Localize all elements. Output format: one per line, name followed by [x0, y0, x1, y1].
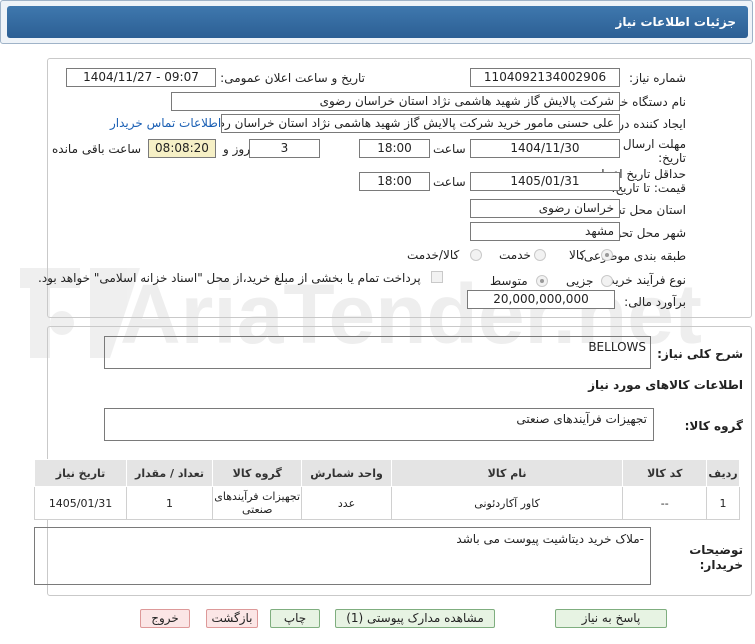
- estimate-field: 20,000,000,000: [467, 290, 615, 309]
- table-row: 1 -- کاور آکاردئونی عدد تجهیزات فرآیندها…: [33, 486, 740, 520]
- attachments-button[interactable]: مشاهده مدارک پیوستی (1): [335, 609, 495, 628]
- col-date: تاریخ نیاز: [33, 459, 128, 487]
- announce-label: تاریخ و ساعت اعلان عمومی:: [220, 71, 365, 85]
- need-number-field: 1104092134002906: [470, 68, 620, 87]
- buyer-notes-field: -ملاک خرید دیتاشیت پیوست می باشد: [34, 527, 651, 585]
- validity-time-label: ساعت: [433, 175, 466, 189]
- purchase-minor-label: جزیی: [566, 274, 594, 288]
- category-goods-radio[interactable]: [601, 249, 613, 261]
- goods-group-field: تجهیزات فرآیندهای صنعتی: [104, 408, 654, 441]
- goods-group-label: گروه کالا:: [684, 419, 743, 433]
- purchase-medium-radio[interactable]: [536, 275, 548, 287]
- col-unit: واحد شمارش: [301, 459, 392, 487]
- deadline-time-field: 18:00: [359, 139, 430, 158]
- cell-group: تجهیزات فرآیندهای صنعتی: [212, 486, 303, 520]
- announce-field: 1404/11/27 - 09:07: [66, 68, 216, 87]
- purchase-medium-label: متوسط: [490, 274, 528, 288]
- description-field: BELLOWS: [104, 336, 651, 369]
- reply-button[interactable]: پاسخ به نیاز: [555, 609, 667, 628]
- page-header: جزئیات اطلاعات نیاز: [0, 0, 753, 44]
- creator-field: علی حسنی مامور خرید شرکت پالایش گاز شهید…: [221, 114, 620, 133]
- page-title: جزئیات اطلاعات نیاز: [615, 15, 736, 29]
- estimate-label: برآورد مالی:: [624, 295, 686, 309]
- goods-table: ردیف کد کالا نام کالا واحد شمارش گروه کا…: [33, 459, 740, 520]
- cell-name: کاور آکاردئونی: [390, 486, 624, 520]
- validity-time-field: 18:00: [359, 172, 430, 191]
- purchase-type-label: نوع فرآیند خرید :: [601, 273, 686, 287]
- cell-qty: 1: [126, 486, 214, 520]
- category-service-radio[interactable]: [534, 249, 546, 261]
- buyer-notes-label-2: خریدار:: [699, 558, 743, 572]
- treasury-note: پرداخت تمام یا بخشی از مبلغ خرید،از محل …: [38, 271, 421, 285]
- validity-date-field: 1405/01/31: [470, 172, 620, 191]
- cell-row: 1: [706, 486, 740, 520]
- deadline-date-field: 1404/11/30: [470, 139, 620, 158]
- purchase-minor-radio[interactable]: [601, 275, 613, 287]
- cell-code: --: [622, 486, 708, 520]
- exit-button[interactable]: خروج: [140, 609, 190, 628]
- validity-label-2: قیمت: تا تاریخ:: [611, 181, 686, 195]
- category-service-label: خدمت: [499, 248, 531, 262]
- days-field: 3: [249, 139, 320, 158]
- cell-unit: عدد: [301, 486, 392, 520]
- remaining-label: ساعت باقی مانده: [52, 142, 142, 156]
- col-code: کد کالا: [622, 459, 708, 487]
- buyer-notes-label: توضیحات: [689, 543, 743, 557]
- deadline-label-2: تاریخ:: [658, 151, 686, 165]
- contact-buyer-link[interactable]: اطلاعات تماس خریدار: [110, 116, 221, 130]
- print-button[interactable]: چاپ: [270, 609, 320, 628]
- days-label: روز و: [223, 142, 250, 156]
- category-label: طبقه بندی موضوعی:: [579, 249, 686, 263]
- buyer-org-field: شرکت پالایش گاز شهید هاشمی نژاد استان خر…: [171, 92, 620, 111]
- cell-date: 1405/01/31: [33, 486, 128, 520]
- province-field: خراسان رضوی: [470, 199, 620, 218]
- treasury-checkbox[interactable]: [431, 271, 443, 283]
- col-name: نام کالا: [390, 459, 624, 487]
- category-both-label: کالا/خدمت: [407, 248, 460, 262]
- col-group: گروه کالا: [212, 459, 303, 487]
- city-field: مشهد: [470, 222, 620, 241]
- header-bar: جزئیات اطلاعات نیاز: [7, 6, 748, 38]
- col-row: ردیف: [706, 459, 740, 487]
- category-goods-label: کالا: [569, 248, 586, 262]
- col-qty: تعداد / مقدار: [126, 459, 214, 487]
- category-both-radio[interactable]: [470, 249, 482, 261]
- remaining-time-field: 08:08:20: [148, 139, 216, 158]
- goods-section-title: اطلاعات کالاهای مورد نیاز: [588, 378, 743, 392]
- back-button[interactable]: بازگشت: [206, 609, 258, 628]
- goods-table-header: ردیف کد کالا نام کالا واحد شمارش گروه کا…: [33, 459, 740, 487]
- deadline-time-label: ساعت: [433, 142, 466, 156]
- description-label: شرح کلی نیاز:: [657, 347, 743, 361]
- need-number-label: شماره نیاز:: [629, 71, 686, 85]
